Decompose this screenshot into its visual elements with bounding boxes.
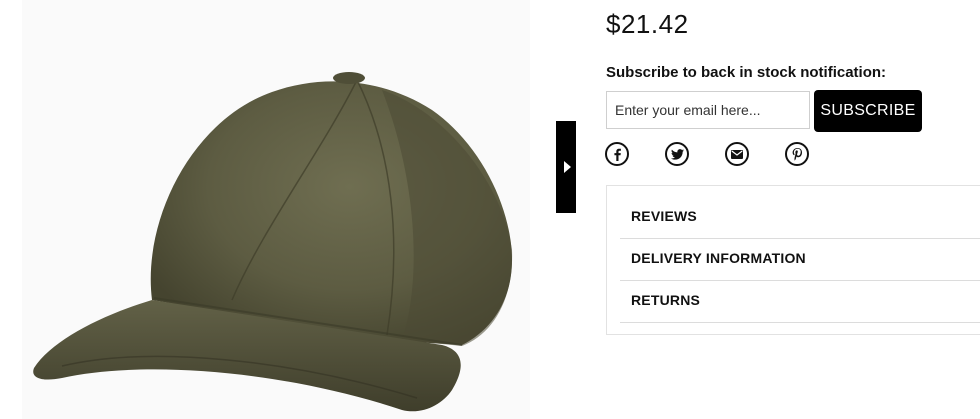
product-price: $21.42 (606, 9, 689, 39)
subscribe-button[interactable]: SUBSCRIBE (814, 90, 922, 132)
product-info-accordion: REVIEWS DELIVERY INFORMATION RETURNS (606, 185, 980, 335)
accordion-label: RETURNS (631, 292, 701, 308)
accordion-returns[interactable]: RETURNS (620, 280, 980, 323)
facebook-icon[interactable] (605, 142, 629, 166)
email-icon[interactable] (725, 142, 749, 166)
product-image (22, 0, 530, 419)
email-input[interactable] (606, 91, 810, 129)
pinterest-icon[interactable] (785, 142, 809, 166)
image-next-button[interactable] (556, 121, 576, 213)
accordion-label: REVIEWS (631, 208, 697, 224)
accordion-delivery-information[interactable]: DELIVERY INFORMATION (620, 238, 980, 281)
subscribe-title: Subscribe to back in stock notification: (606, 64, 887, 81)
twitter-icon[interactable] (665, 142, 689, 166)
arrow-right-icon (563, 161, 571, 173)
product-page: $21.42 Subscribe to back in stock notifi… (0, 0, 980, 419)
accordion-reviews[interactable]: REVIEWS (620, 196, 980, 239)
social-share-bar (605, 142, 809, 166)
accordion-label: DELIVERY INFORMATION (631, 250, 806, 266)
cap-illustration (22, 0, 530, 419)
